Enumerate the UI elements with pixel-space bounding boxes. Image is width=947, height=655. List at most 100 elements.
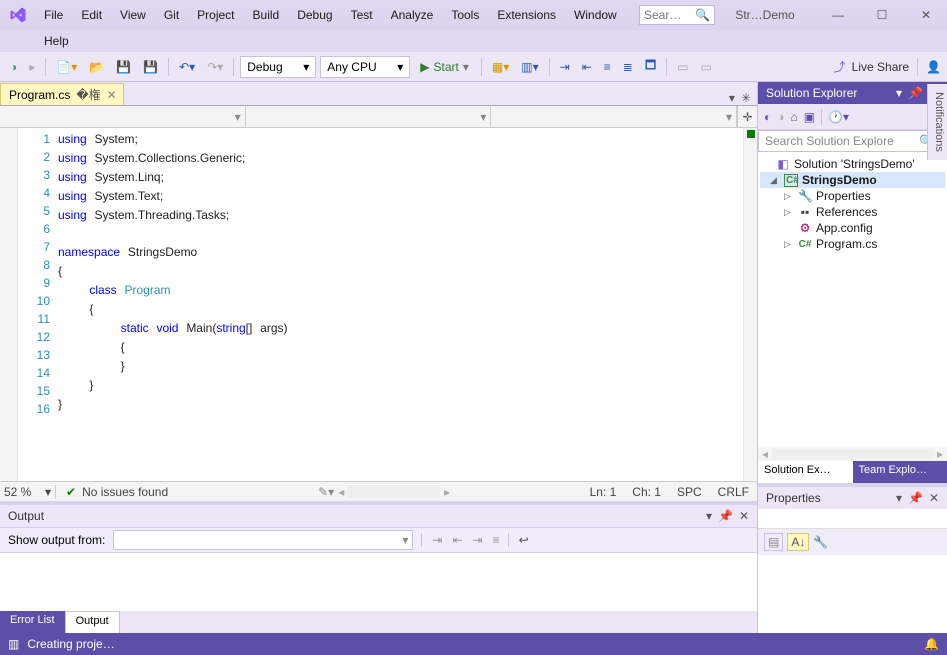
step-over-button[interactable]: ⇤ (578, 58, 596, 76)
tab-options-icon[interactable]: ✳ (741, 91, 751, 105)
menu-project[interactable]: Project (189, 4, 242, 26)
menu-tools[interactable]: Tools (443, 4, 487, 26)
title-search-input[interactable]: Sear… 🔍 (639, 5, 715, 25)
categorized-icon[interactable]: ▤ (764, 533, 783, 551)
open-button[interactable]: 📂 (85, 58, 108, 76)
solution-explorer-header[interactable]: Solution Explorer ▾ 📌 ✕ (758, 82, 947, 104)
tree-program-cs-node[interactable]: ▷ C# Program.cs (760, 236, 945, 252)
next-icon[interactable]: ⇥ (473, 533, 483, 547)
error-scroll-track[interactable] (743, 128, 757, 481)
panel-dropdown-icon[interactable]: ▾ (706, 509, 712, 523)
home-icon[interactable]: ⌂ (791, 110, 798, 124)
code-editor[interactable]: 12345678910111213141516 using System; us… (0, 128, 757, 481)
new-project-button[interactable]: 📄▾ (52, 58, 81, 76)
horizontal-scrollbar[interactable]: ◂▸ (334, 485, 454, 499)
close-tab-icon[interactable]: ✕ (107, 88, 117, 102)
menu-build[interactable]: Build (245, 4, 288, 26)
tree-project-node[interactable]: ◢ C# StringsDemo (760, 172, 945, 188)
sync-icon[interactable]: ▣ (804, 110, 815, 124)
clear-icon[interactable]: ≡ (493, 533, 500, 547)
solution-explorer-hscroll[interactable]: ◂▸ (758, 447, 947, 461)
goto-line-icon[interactable]: ⇥ (432, 533, 442, 547)
outlining-margin[interactable] (0, 128, 18, 481)
alphabetical-icon[interactable]: A↓ (787, 533, 809, 551)
tab-team-explorer[interactable]: Team Explo… (853, 461, 947, 483)
nav-member-dropdown[interactable]: ▾ (491, 106, 737, 127)
pin-icon[interactable]: 📌 (908, 86, 923, 100)
back-icon[interactable]: ◐ (764, 110, 771, 124)
maximize-button[interactable]: ☐ (867, 8, 897, 22)
menu-extensions[interactable]: Extensions (489, 4, 564, 26)
refresh-icon[interactable]: 🕐▾ (828, 110, 849, 124)
expander-icon[interactable]: ▷ (784, 191, 794, 202)
save-all-button[interactable]: 💾 (139, 58, 162, 76)
document-tab-program-cs[interactable]: Program.cs �権 ✕ (0, 83, 124, 105)
expander-icon[interactable]: ◢ (770, 175, 780, 186)
split-editor-button[interactable]: ✛ (737, 106, 757, 127)
indent-indicator[interactable]: SPC (669, 485, 710, 499)
tree-appconfig-node[interactable]: ⚙ App.config (760, 220, 945, 236)
properties-object-dropdown[interactable] (758, 509, 947, 529)
menu-file[interactable]: File (36, 4, 71, 26)
admin-icon[interactable]: 👤 (926, 60, 941, 74)
tab-error-list[interactable]: Error List (0, 611, 65, 633)
notification-bell-icon[interactable]: 🔔 (924, 637, 939, 651)
nav-back-button[interactable]: ◑ (6, 58, 21, 76)
comment-button[interactable]: ≡ (600, 58, 615, 76)
solution-explorer-search[interactable]: Search Solution Explore 🔍▾ (758, 130, 947, 152)
close-icon[interactable]: ✕ (739, 509, 749, 523)
menu-analyze[interactable]: Analyze (383, 4, 442, 26)
redo-button[interactable]: ↷▾ (203, 58, 227, 76)
uncomment-button[interactable]: ≣ (619, 58, 637, 76)
close-button[interactable]: ✕ (911, 8, 941, 22)
menu-window[interactable]: Window (566, 4, 625, 26)
menu-edit[interactable]: Edit (73, 4, 110, 26)
zoom-dropdown[interactable]: 52 %▾ (0, 485, 56, 499)
toolbar-button[interactable]: ▥▾ (517, 58, 542, 76)
toolbar-button[interactable]: ▭ (697, 58, 716, 76)
start-debug-button[interactable]: ▶Start▾ (414, 60, 475, 74)
bookmark-button[interactable]: 🗖 (641, 54, 660, 79)
expander-icon[interactable]: ▷ (784, 207, 794, 218)
active-files-dropdown[interactable]: ▾ (729, 91, 735, 105)
step-into-button[interactable]: ⇥ (556, 58, 574, 76)
save-button[interactable]: 💾 (112, 58, 135, 76)
word-wrap-icon[interactable]: ↩ (508, 533, 529, 547)
pin-icon[interactable]: �権 (76, 86, 100, 103)
pin-icon[interactable]: 📌 (908, 491, 923, 505)
nav-class-dropdown[interactable]: ▾ (246, 106, 492, 127)
configuration-dropdown[interactable]: Debug▾ (240, 56, 316, 78)
menu-debug[interactable]: Debug (289, 4, 340, 26)
tab-solution-explorer[interactable]: Solution Ex… (758, 461, 853, 483)
output-body[interactable] (0, 553, 757, 611)
menu-help[interactable]: Help (36, 30, 77, 52)
menu-view[interactable]: View (112, 4, 154, 26)
menu-test[interactable]: Test (343, 4, 381, 26)
tree-properties-node[interactable]: ▷ 🔧 Properties (760, 188, 945, 204)
prev-icon[interactable]: ⇤ (452, 533, 462, 547)
properties-panel-header[interactable]: Properties ▾ 📌 ✕ (758, 487, 947, 509)
tree-solution-node[interactable]: ◧ Solution 'StringsDemo' (760, 156, 945, 172)
fwd-icon[interactable]: ◑ (777, 110, 784, 124)
close-icon[interactable]: ✕ (929, 491, 939, 505)
properties-icon[interactable]: 🔧 (813, 535, 828, 549)
output-panel-header[interactable]: Output ▾ 📌 ✕ (0, 505, 757, 527)
nav-project-dropdown[interactable]: ▾ (0, 106, 246, 127)
expander-icon[interactable]: ▷ (784, 239, 794, 250)
toolbar-button[interactable]: ▦▾ (488, 58, 513, 76)
platform-dropdown[interactable]: Any CPU▾ (320, 56, 410, 78)
minimize-button[interactable]: — (823, 8, 853, 22)
panel-dropdown-icon[interactable]: ▾ (896, 491, 902, 505)
line-indicator[interactable]: Ln: 1 (582, 485, 625, 499)
liveshare-button[interactable]: Live Share (852, 60, 909, 74)
tree-references-node[interactable]: ▷ ▪▪ References (760, 204, 945, 220)
undo-button[interactable]: ↶▾ (175, 58, 199, 76)
col-indicator[interactable]: Ch: 1 (624, 485, 669, 499)
properties-grid[interactable] (758, 555, 947, 633)
eol-indicator[interactable]: CRLF (710, 485, 757, 499)
menu-git[interactable]: Git (156, 4, 187, 26)
panel-dropdown-icon[interactable]: ▾ (896, 86, 902, 100)
nav-fwd-button[interactable]: ▸ (25, 58, 39, 76)
issues-indicator[interactable]: ✔No issues found (56, 485, 178, 499)
tab-output[interactable]: Output (65, 611, 120, 633)
